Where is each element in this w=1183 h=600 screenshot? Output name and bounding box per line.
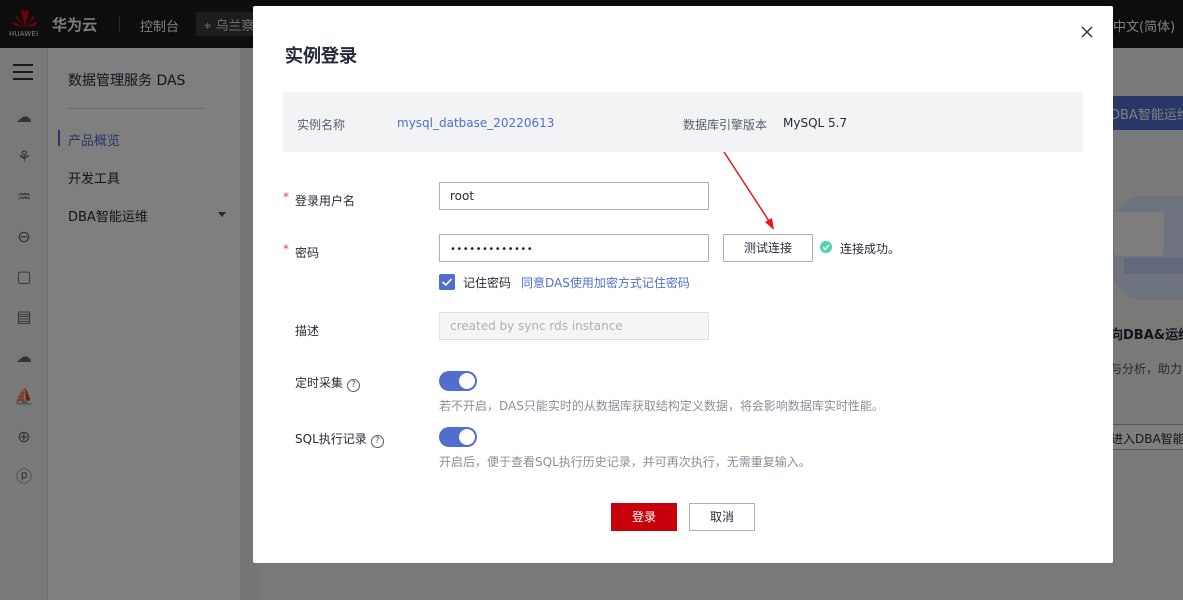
sql-log-label: SQL执行记录?: [295, 430, 384, 448]
description-input[interactable]: created by sync rds instance: [439, 312, 709, 340]
password-label: 密码: [295, 246, 320, 260]
encryption-consent-link[interactable]: 同意DAS使用加密方式记住密码: [521, 274, 690, 291]
sql-log-toggle[interactable]: [439, 427, 477, 447]
engine-version-value: MySQL 5.7: [783, 116, 848, 130]
password-value: •••••••••••••: [450, 244, 534, 255]
scheduled-collect-text: 定时采集: [295, 376, 344, 390]
username-input[interactable]: root: [439, 182, 709, 210]
username-label: 登录用户名: [295, 194, 356, 208]
instance-name-link[interactable]: mysql_datbase_20220613: [397, 116, 554, 130]
remember-password-label[interactable]: 记住密码: [463, 274, 511, 291]
close-icon[interactable]: [1078, 23, 1096, 41]
required-mark: *: [283, 242, 289, 256]
help-icon[interactable]: ?: [370, 435, 384, 448]
description-label: 描述: [295, 324, 320, 338]
sql-log-hint: 开启后，便于查看SQL执行历史记录，并可再次执行，无需重复输入。: [439, 455, 811, 469]
instance-name-label: 实例名称: [297, 118, 346, 132]
scheduled-collect-toggle[interactable]: [439, 371, 477, 391]
success-check-icon: [820, 241, 832, 253]
scheduled-collect-hint: 若不开启，DAS只能实时的从数据库获取结构定义数据，将会影响数据库实时性能。: [439, 399, 884, 413]
login-button[interactable]: 登录: [611, 503, 677, 531]
required-mark: *: [283, 190, 289, 204]
cancel-button[interactable]: 取消: [689, 503, 755, 531]
instance-login-dialog: 实例登录 实例名称 mysql_datbase_20220613 数据库引擎版本…: [253, 6, 1113, 563]
dialog-title: 实例登录: [285, 46, 357, 67]
help-icon[interactable]: ?: [347, 379, 361, 392]
password-input[interactable]: •••••••••••••: [439, 234, 709, 262]
instance-info-panel: 实例名称 mysql_datbase_20220613 数据库引擎版本 MySQ…: [283, 92, 1083, 152]
sql-log-text: SQL执行记录: [295, 432, 367, 446]
engine-version-label: 数据库引擎版本: [683, 118, 768, 132]
remember-password-checkbox[interactable]: [439, 274, 455, 290]
scheduled-collect-label: 定时采集?: [295, 374, 361, 392]
connection-status: 连接成功。: [840, 242, 901, 256]
test-connection-button[interactable]: 测试连接: [723, 234, 813, 262]
